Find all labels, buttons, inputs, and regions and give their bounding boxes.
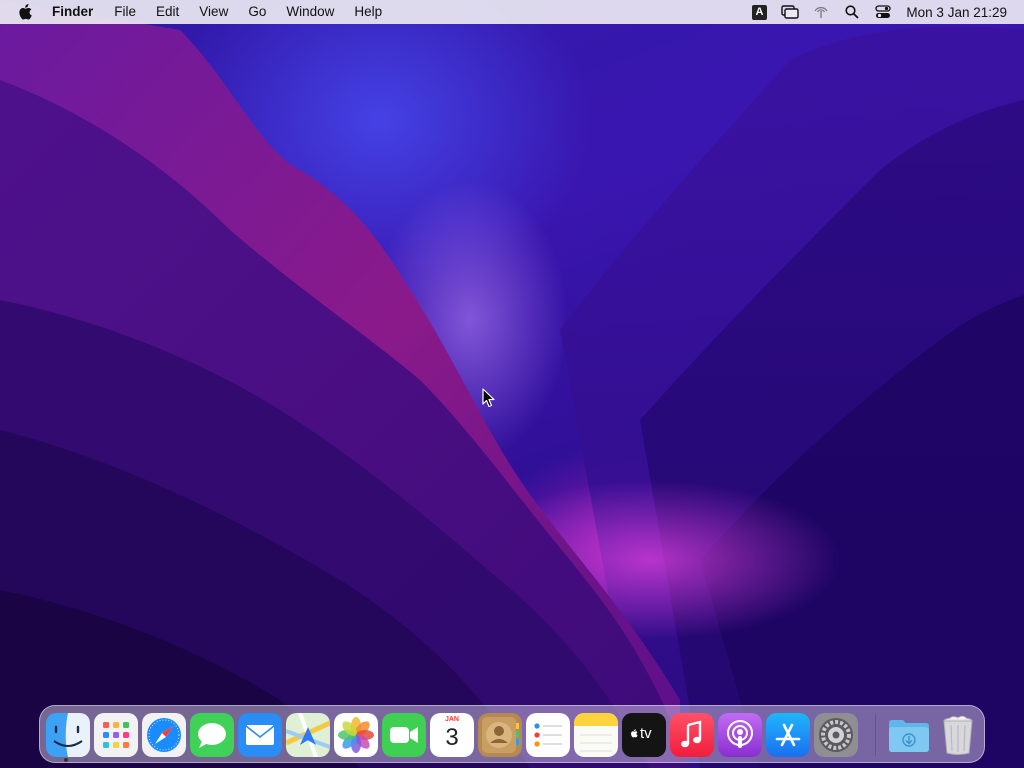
screen-mirroring-icon[interactable]: [779, 0, 801, 24]
calendar-icon[interactable]: JAN 3: [430, 713, 474, 757]
menu-bar-clock[interactable]: Mon 3 Jan 21:29: [906, 5, 1007, 20]
downloads-folder-icon[interactable]: [886, 713, 932, 757]
photos-icon[interactable]: [334, 713, 378, 757]
reminders-icon[interactable]: [526, 713, 570, 757]
apple-logo-icon[interactable]: [18, 4, 34, 20]
menu-edit[interactable]: Edit: [146, 0, 189, 24]
contacts-icon[interactable]: [478, 713, 522, 757]
menu-window[interactable]: Window: [276, 0, 344, 24]
calendar-month-label: JAN: [444, 716, 459, 723]
finder-icon[interactable]: [46, 713, 90, 757]
podcasts-icon[interactable]: [718, 713, 762, 757]
menu-app-finder[interactable]: Finder: [52, 0, 104, 24]
menu-view[interactable]: View: [189, 0, 238, 24]
input-source-label: A: [751, 4, 767, 20]
mouse-cursor-icon: [482, 388, 495, 408]
dock: JAN 3 tv: [39, 705, 985, 763]
apple-tv-icon[interactable]: tv: [622, 713, 666, 757]
system-preferences-icon[interactable]: [814, 713, 858, 757]
notes-icon[interactable]: [574, 713, 618, 757]
menu-help[interactable]: Help: [344, 0, 392, 24]
menu-file[interactable]: File: [104, 0, 146, 24]
dock-separator: [875, 714, 876, 756]
desktop-wallpaper[interactable]: [0, 0, 1024, 768]
menu-bar-status-area: A Mon 3 Jan 21:29: [739, 0, 1024, 24]
menu-go[interactable]: Go: [238, 0, 276, 24]
menu-bar: Finder File Edit View Go Window Help A M…: [0, 0, 1024, 24]
safari-icon[interactable]: [142, 713, 186, 757]
maps-icon[interactable]: [286, 713, 330, 757]
finder-running-indicator: [64, 758, 68, 762]
calendar-day-label: 3: [445, 724, 459, 751]
mail-icon[interactable]: [238, 713, 282, 757]
airdrop-icon[interactable]: [810, 0, 832, 24]
facetime-icon[interactable]: [382, 713, 426, 757]
apple-tv-label: tv: [640, 725, 652, 742]
messages-icon[interactable]: [190, 713, 234, 757]
launchpad-icon[interactable]: [94, 713, 138, 757]
music-icon[interactable]: [670, 713, 714, 757]
app-store-icon[interactable]: [766, 713, 810, 757]
input-source-icon[interactable]: A: [748, 0, 770, 24]
spotlight-search-icon[interactable]: [841, 0, 863, 24]
control-center-icon[interactable]: [872, 0, 894, 24]
trash-icon[interactable]: [936, 713, 980, 757]
